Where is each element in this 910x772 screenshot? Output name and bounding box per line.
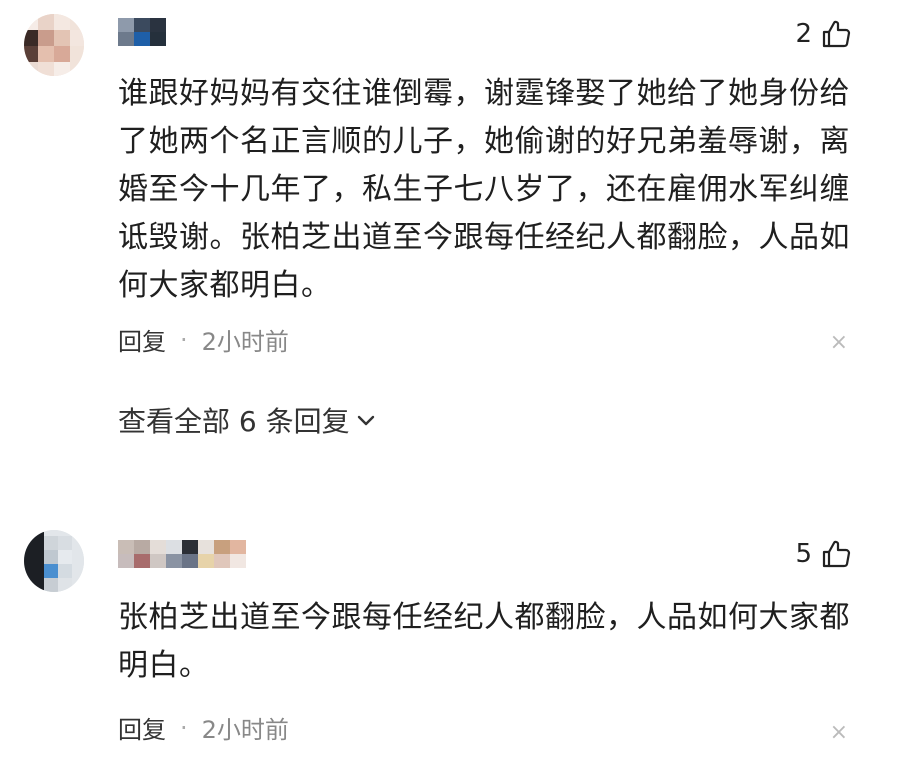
reply-button[interactable]: 回复 xyxy=(118,710,166,745)
thumbs-up-icon xyxy=(822,20,851,48)
close-icon[interactable]: × xyxy=(830,720,848,745)
avatar[interactable] xyxy=(24,530,84,592)
comment-text: 谁跟好妈妈有交往谁倒霉，谢霆锋娶了她给了她身份给了她两个名正言顺的儿子，她偷谢的… xyxy=(118,76,850,303)
chevron-down-icon xyxy=(357,415,374,426)
like-count: 2 xyxy=(795,19,812,49)
comment-text: 张柏芝出道至今跟每任经纪人都翻脸，人品如何大家都明白。 xyxy=(118,600,850,683)
meta-separator: · xyxy=(180,325,188,354)
comment-time: 2小时前 xyxy=(201,328,289,356)
meta-separator: · xyxy=(180,713,188,742)
thumbs-up-icon xyxy=(822,540,851,568)
comment-time: 2小时前 xyxy=(201,716,289,744)
like-button[interactable]: 2 xyxy=(795,18,852,50)
comment-meta: 回复 · 2小时前 xyxy=(118,710,289,745)
view-all-replies-button[interactable]: 查看全部 6 条回复 xyxy=(118,400,376,440)
comment-item: 5 张柏芝出道至今跟每任经纪人都翻脸，人品如何大家都明白。 回复 · 2小时前 … xyxy=(0,510,910,772)
username-mosaic[interactable] xyxy=(118,540,246,568)
username-mosaic[interactable] xyxy=(118,18,166,46)
avatar[interactable] xyxy=(24,14,84,76)
comment-meta: 回复 · 2小时前 xyxy=(118,322,289,357)
like-count: 5 xyxy=(795,539,812,569)
view-all-replies-label: 查看全部 6 条回复 xyxy=(118,405,350,438)
comment-item: 2 谁跟好妈妈有交往谁倒霉，谢霆锋娶了她给了她身份给了她两个名正言顺的儿子，她偷… xyxy=(0,0,910,500)
reply-button[interactable]: 回复 xyxy=(118,322,166,357)
like-button[interactable]: 5 xyxy=(795,538,852,570)
close-icon[interactable]: × xyxy=(830,330,848,355)
